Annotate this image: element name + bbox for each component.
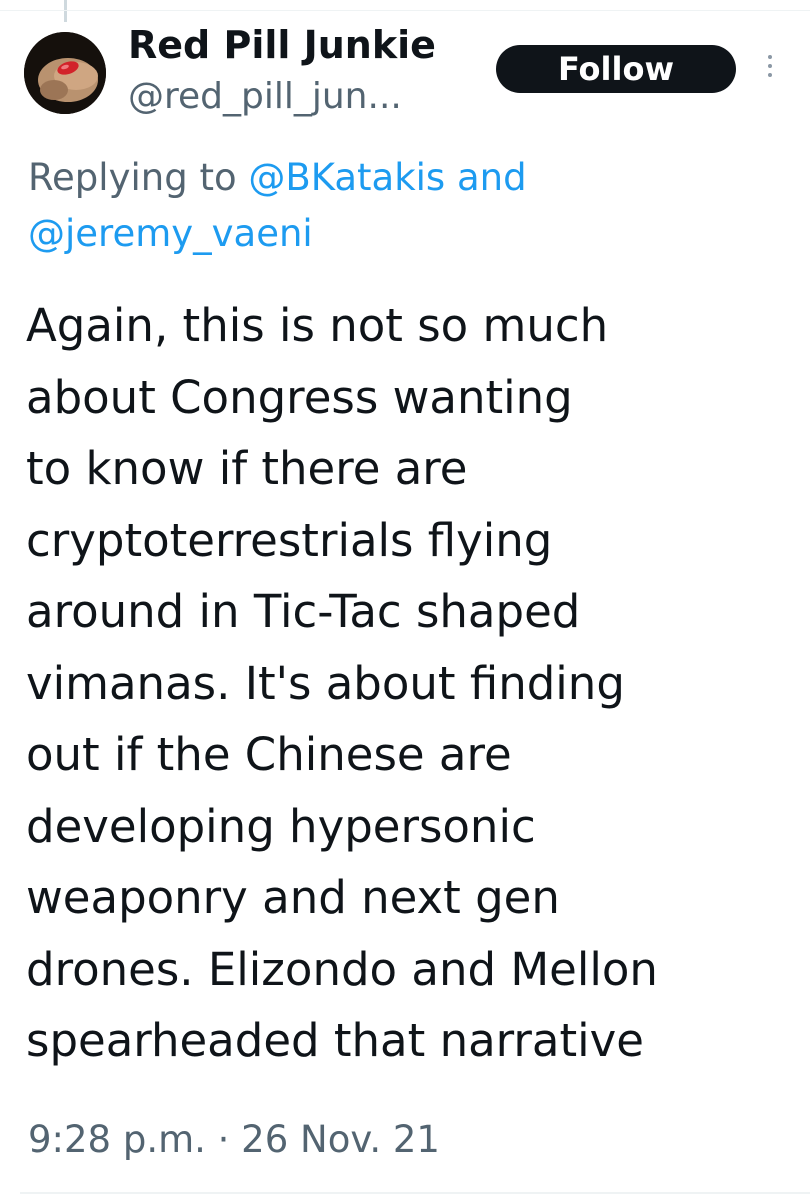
tweet-text-line: out if the Chinese are [26, 728, 512, 781]
tweet-text-line: spearheaded that narrative [26, 1014, 644, 1067]
follow-button[interactable]: Follow [496, 45, 736, 93]
tweet-text-line: about Congress wanting [26, 370, 573, 424]
bottom-divider [20, 1192, 810, 1194]
reply-and-link[interactable]: and [457, 156, 527, 199]
reply-mention-link[interactable]: @jeremy_vaeni [28, 212, 313, 255]
tweet-text-line: around in Tic-Tac shaped [26, 585, 581, 638]
reply-prefix: Replying to [28, 156, 237, 199]
tweet-timestamp[interactable]: 9:28 p.m. · 26 Nov. 21 [28, 1112, 440, 1168]
tweet-text-line: to know if there are [26, 442, 468, 495]
tweet-text-line: drones. Elizondo and Mellon [26, 942, 658, 996]
author-handle[interactable]: @red_pill_jun... [128, 74, 402, 120]
tweet-text-line: cryptoterrestrials flying [26, 513, 553, 567]
avatar[interactable] [24, 32, 106, 114]
replying-to: Replying to @BKatakis and @jeremy_vaeni [28, 150, 788, 262]
tweet-text-line: Again, this is not so much [26, 299, 609, 352]
more-options-icon[interactable] [760, 55, 780, 87]
reply-mention-link[interactable]: @BKatakis [248, 156, 445, 199]
avatar-image [24, 32, 106, 114]
more-dot [768, 64, 772, 68]
tweet-text-line: weaponry and next gen [26, 871, 560, 924]
author-name[interactable]: Red Pill Junkie [128, 20, 436, 70]
tweet-text-line: vimanas. It's about finding [26, 656, 625, 710]
more-dot [768, 55, 772, 59]
tweet-text: Again, this is not so much about Congres… [26, 290, 796, 1077]
tweet-text-line: developing hypersonic [26, 799, 536, 853]
top-divider [0, 10, 810, 11]
thread-line [64, 0, 67, 22]
more-dot [768, 73, 772, 77]
